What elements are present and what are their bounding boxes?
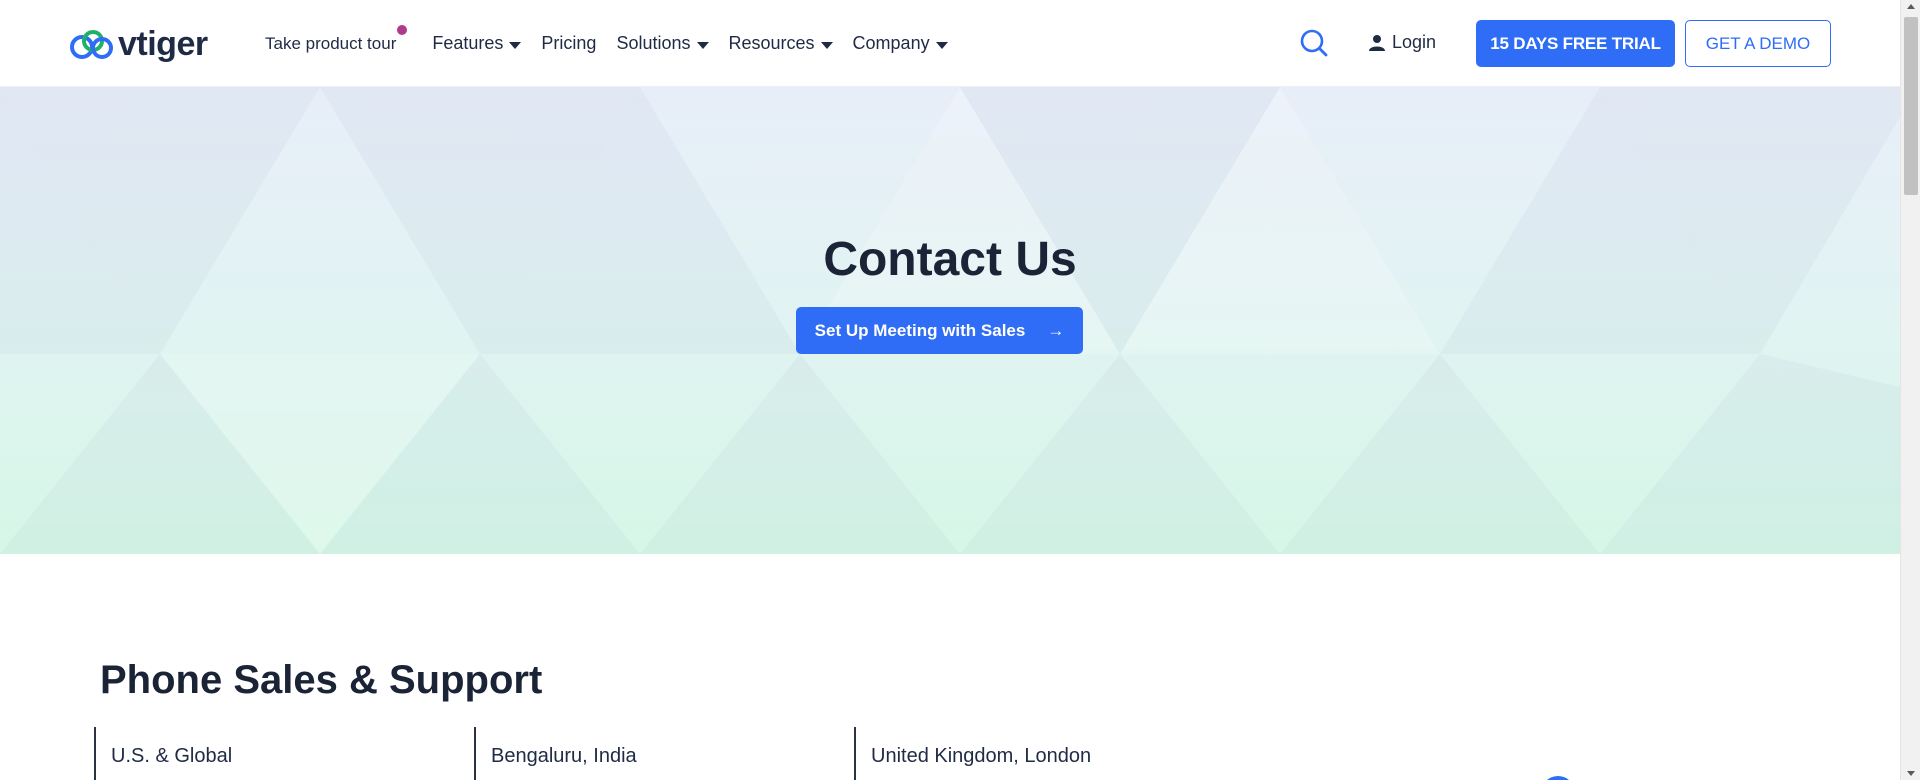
scroll-up-arrow-icon[interactable] xyxy=(1907,4,1915,9)
search-icon xyxy=(1300,29,1328,57)
office-item: U.S. & Global xyxy=(94,727,474,780)
login-link[interactable]: Login xyxy=(1368,32,1436,53)
nav-pricing[interactable]: Pricing xyxy=(541,33,596,54)
caret-down-icon xyxy=(820,41,833,49)
nav-solutions[interactable]: Solutions xyxy=(616,33,709,54)
nav-features-label: Features xyxy=(432,33,504,53)
page-scrollbar[interactable] xyxy=(1900,0,1920,780)
main-nav: Take product tour Features Pricing Solut… xyxy=(265,0,968,87)
free-trial-button[interactable]: 15 DAYS FREE TRIAL xyxy=(1476,20,1675,67)
nav-company-label: Company xyxy=(852,33,930,53)
logo-text: vtiger xyxy=(118,25,208,63)
nav-tour-label: Take product tour xyxy=(265,33,397,53)
nav-company[interactable]: Company xyxy=(853,33,948,54)
hero-banner: Contact Us Set Up Meeting with Sales → xyxy=(0,87,1900,554)
nav-resources[interactable]: Resources xyxy=(729,33,833,54)
caret-down-icon xyxy=(696,41,709,49)
nav-take-product-tour[interactable]: Take product tour xyxy=(265,24,408,54)
page-title: Contact Us xyxy=(823,233,1077,286)
nav-pricing-label: Pricing xyxy=(541,33,597,53)
vtiger-logo[interactable]: vtiger xyxy=(67,26,208,62)
office-item: United Kingdom, London xyxy=(854,727,1234,780)
office-list: U.S. & Global Bengaluru, India United Ki… xyxy=(94,727,1234,780)
set-up-meeting-button[interactable]: Set Up Meeting with Sales → xyxy=(796,307,1083,354)
caret-down-icon xyxy=(935,41,948,49)
arrow-right-icon: → xyxy=(1047,320,1065,340)
meeting-button-label: Set Up Meeting with Sales xyxy=(814,320,1026,340)
nav-features[interactable]: Features xyxy=(432,33,522,54)
phone-section-title: Phone Sales & Support xyxy=(100,658,543,702)
scroll-down-arrow-icon[interactable] xyxy=(1907,771,1915,776)
login-label: Login xyxy=(1392,32,1437,52)
chat-widget-button[interactable] xyxy=(1541,776,1575,780)
new-indicator-dot xyxy=(397,24,408,35)
office-item: Bengaluru, India xyxy=(474,727,854,780)
nav-resources-label: Resources xyxy=(728,33,815,53)
search-button[interactable] xyxy=(1299,28,1329,58)
nav-solutions-label: Solutions xyxy=(616,33,691,53)
logo-cloud-icon xyxy=(70,30,113,59)
caret-down-icon xyxy=(509,41,522,49)
user-icon xyxy=(1369,34,1385,51)
page: vtiger Take product tour Features Pricin… xyxy=(0,0,1920,780)
get-demo-button[interactable]: GET A DEMO xyxy=(1685,20,1831,67)
scrollbar-thumb[interactable] xyxy=(1904,17,1918,195)
site-header: vtiger Take product tour Features Pricin… xyxy=(0,0,1900,87)
